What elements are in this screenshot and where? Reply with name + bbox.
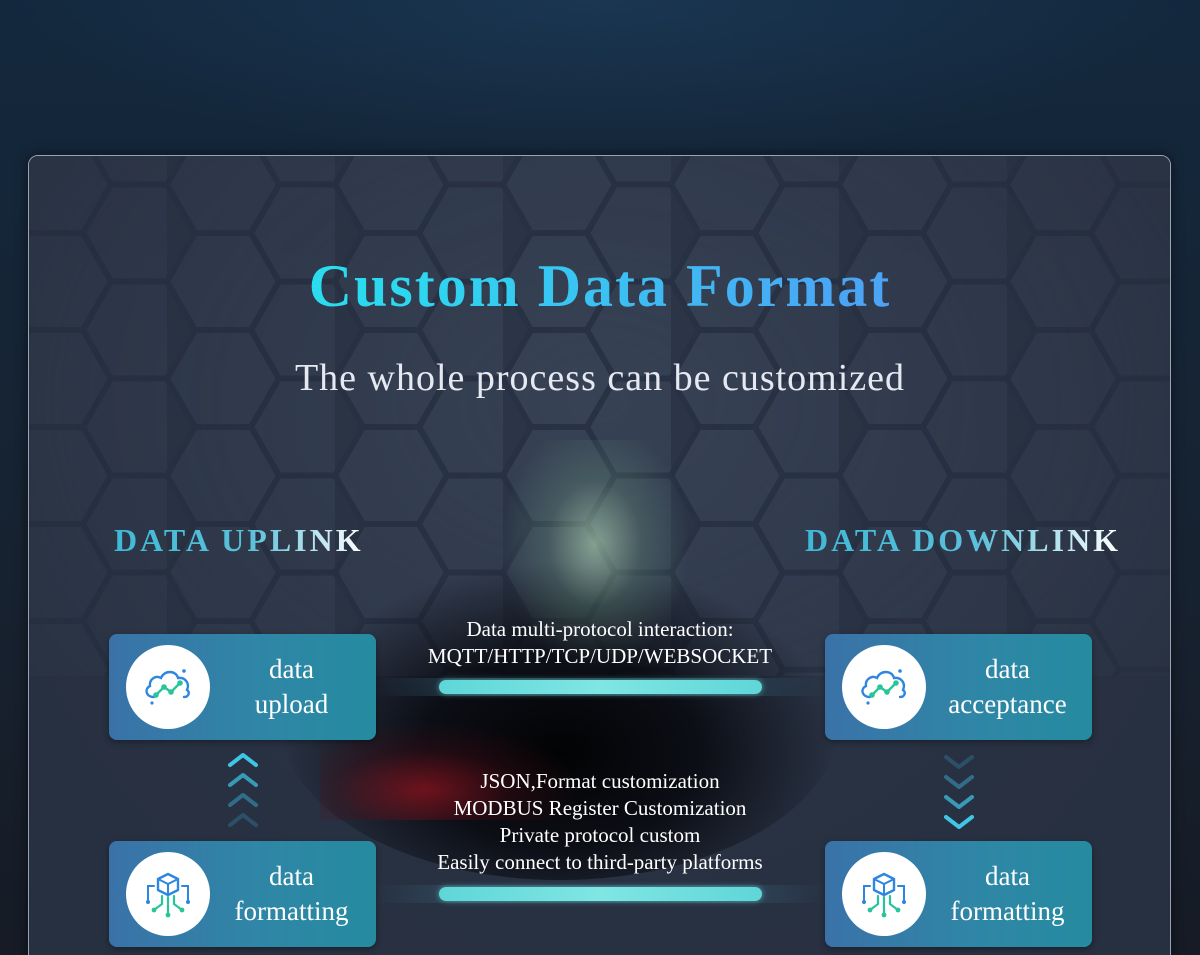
top-background-glow [0, 0, 1200, 160]
connector-bar-bottom [439, 887, 762, 901]
page-subtitle: The whole process can be customized [294, 357, 906, 399]
format-line: JSON,Format customization [480, 769, 720, 793]
format-customization-text: JSON,Format customization MODBUS Registe… [380, 768, 820, 876]
cloud-data-icon [842, 645, 926, 729]
card-label-line: acceptance [948, 689, 1067, 719]
format-line: Private protocol custom [499, 823, 701, 847]
card-label: data acceptance [935, 634, 1080, 740]
format-line: MODBUS Register Customization [453, 796, 747, 820]
connector-bar-top [439, 680, 762, 694]
double-chevron-down-icon [942, 751, 976, 831]
data-acceptance-card: data acceptance [825, 634, 1092, 740]
card-label-line: data [269, 861, 314, 891]
card-label-line: data [985, 861, 1030, 891]
data-formatting-card-uplink: data formatting [109, 841, 376, 947]
card-label-line: data [269, 654, 314, 684]
chip-circuit-icon [126, 852, 210, 936]
data-formatting-card-downlink: data formatting [825, 841, 1092, 947]
card-label-line: upload [254, 689, 329, 719]
card-label: data formatting [219, 841, 364, 947]
format-line: Easily connect to third-party platforms [437, 850, 763, 874]
data-upload-card: data upload [109, 634, 376, 740]
card-label-line: formatting [234, 896, 349, 926]
double-chevron-up-icon [226, 751, 260, 831]
card-label-line: formatting [950, 896, 1065, 926]
protocol-interaction-text: Data multi-protocol interaction: MQTT/HT… [380, 616, 820, 670]
chip-circuit-icon [842, 852, 926, 936]
protocol-line: MQTT/HTTP/TCP/UDP/WEBSOCKET [427, 644, 773, 668]
downlink-heading: DATA DOWNLINK [805, 522, 1122, 558]
card-label: data upload [219, 634, 364, 740]
cloud-data-icon [126, 645, 210, 729]
page-title: Custom Data Format [0, 252, 1200, 321]
card-label-line: data [985, 654, 1030, 684]
protocol-line: Data multi-protocol interaction: [466, 617, 734, 641]
uplink-heading: DATA UPLINK [114, 522, 364, 558]
card-label: data formatting [935, 841, 1080, 947]
